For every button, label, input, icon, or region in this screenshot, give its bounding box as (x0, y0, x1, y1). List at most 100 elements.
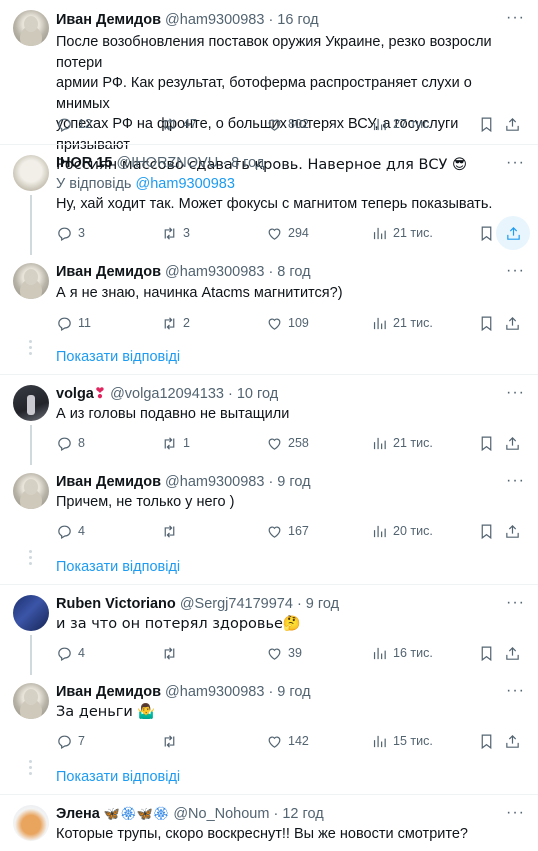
tweet[interactable]: Ruben Victoriano @Sergj74179974 · 9 год … (0, 585, 538, 675)
more-options-icon[interactable]: ··· (506, 153, 524, 173)
author-name[interactable]: volga (56, 386, 94, 402)
tweet-time[interactable]: · 9 год (268, 684, 310, 700)
avatar[interactable] (13, 385, 49, 421)
author-name[interactable]: Иван Демидов (56, 474, 161, 490)
bookmark-button[interactable] (478, 114, 495, 134)
tweet-time[interactable]: · 8 год (222, 155, 264, 171)
author-handle[interactable]: @Sergj74179974 (180, 596, 293, 612)
show-replies-link[interactable]: Показати відповіді (56, 347, 180, 367)
retweet-button[interactable]: 3 (161, 223, 190, 243)
author-handle[interactable]: @ham9300983 (165, 684, 264, 700)
author-name[interactable]: IHOR 15 (56, 155, 112, 171)
show-replies-link[interactable]: Показати відповіді (56, 557, 180, 577)
like-button[interactable]: 294 (266, 223, 309, 243)
bookmark-button[interactable] (478, 643, 495, 663)
like-button[interactable]: 109 (266, 313, 309, 333)
more-options-icon[interactable]: ··· (506, 8, 524, 28)
share-icon (506, 524, 519, 538)
reply-button[interactable]: 4 (56, 521, 85, 541)
more-options-icon[interactable]: ··· (506, 593, 524, 613)
views-button[interactable]: 21 тис. (371, 313, 433, 333)
more-options-icon[interactable]: ··· (506, 681, 524, 701)
like-button[interactable]: 802 (266, 114, 309, 134)
retweet-button[interactable] (161, 731, 178, 751)
bookmark-button[interactable] (478, 731, 495, 751)
retweet-button[interactable] (161, 521, 178, 541)
bookmark-button[interactable] (478, 433, 495, 453)
tweet-time[interactable]: · 9 год (297, 596, 339, 612)
avatar[interactable] (13, 10, 49, 46)
reply-button[interactable]: 12 (56, 114, 92, 134)
share-button[interactable] (504, 731, 521, 751)
avatar[interactable] (13, 263, 49, 299)
show-replies-link[interactable]: Показати відповіді (56, 767, 180, 787)
tweet-text-line: и за что он потерял здоровье🤔 (56, 616, 301, 632)
share-button[interactable] (504, 114, 521, 134)
avatar[interactable] (13, 595, 49, 631)
author-handle[interactable]: @No_Nohoum (173, 806, 269, 822)
like-button[interactable]: 167 (266, 521, 309, 541)
avatar[interactable] (13, 683, 49, 719)
views-button[interactable]: 15 тис. (371, 731, 433, 751)
author-handle[interactable]: @volga12094133 (110, 386, 224, 402)
bookmark-button[interactable] (478, 223, 495, 243)
tweet-time[interactable]: · 12 год (274, 806, 324, 822)
more-options-icon[interactable]: ··· (506, 383, 524, 403)
views-button[interactable]: 20 тис. (371, 521, 433, 541)
heart-icon (268, 526, 281, 538)
reply-button[interactable]: 8 (56, 433, 85, 453)
tweet[interactable]: volga❣ @volga12094133 · 10 год ··· А из … (0, 375, 538, 465)
reply-button[interactable]: 4 (56, 643, 85, 663)
thread-more-dots (29, 760, 33, 778)
views-button[interactable]: 27 тис. (371, 114, 433, 134)
mention-link[interactable]: @ham9300983 (136, 176, 235, 192)
tweet-time[interactable]: · 16 год (268, 12, 318, 28)
tweet-time[interactable]: · 9 год (268, 474, 310, 490)
views-button[interactable]: 16 тис. (371, 643, 433, 663)
tweet[interactable]: IHOR 15 @IHORZNOVU · 8 год ··· У відпові… (0, 145, 538, 255)
tweet[interactable]: Иван Демидов @ham9300983 · 9 год ··· При… (0, 463, 538, 549)
share-button[interactable] (504, 643, 521, 663)
author-name[interactable]: Элена (56, 806, 100, 822)
retweet-button[interactable] (161, 643, 178, 663)
share-button[interactable] (504, 521, 521, 541)
avatar[interactable] (13, 473, 49, 509)
tweet[interactable]: Элена 🦋🏵🦋🏵 @No_Nohoum · 12 год ··· Котор… (0, 795, 538, 851)
share-icon (506, 226, 520, 240)
views-button[interactable]: 21 тис. (371, 433, 433, 453)
more-options-icon[interactable]: ··· (506, 261, 524, 281)
tweet-time[interactable]: · 8 год (268, 264, 310, 280)
author-handle[interactable]: @IHORZNOVU (116, 155, 218, 171)
reply-button[interactable]: 11 (56, 313, 91, 333)
author-name[interactable]: Иван Демидов (56, 264, 161, 280)
retweet-button[interactable]: 47 (161, 114, 197, 134)
views-button[interactable]: 21 тис. (371, 223, 433, 243)
like-button[interactable]: 39 (266, 643, 302, 663)
share-button[interactable] (496, 216, 530, 250)
share-button[interactable] (504, 433, 521, 453)
tweet[interactable]: Иван Демидов @ham9300983 · 16 год ··· По… (0, 0, 538, 173)
tweet[interactable]: Иван Демидов @ham9300983 · 9 год ··· За … (0, 673, 538, 759)
like-button[interactable]: 142 (266, 731, 309, 751)
tweet-time[interactable]: · 10 год (228, 386, 278, 402)
avatar[interactable] (13, 155, 49, 191)
like-button[interactable]: 258 (266, 433, 309, 453)
bookmark-button[interactable] (478, 313, 495, 333)
author-handle[interactable]: @ham9300983 (165, 474, 264, 490)
reply-button[interactable]: 3 (56, 223, 85, 243)
tweet[interactable]: Иван Демидов @ham9300983 · 8 год ··· А я… (0, 253, 538, 337)
reply-count: 8 (78, 436, 85, 450)
author-name[interactable]: Иван Демидов (56, 12, 161, 28)
share-button[interactable] (504, 313, 521, 333)
avatar[interactable] (13, 805, 49, 841)
author-handle[interactable]: @ham9300983 (165, 264, 264, 280)
reply-button[interactable]: 7 (56, 731, 85, 751)
author-name[interactable]: Ruben Victoriano (56, 596, 176, 612)
retweet-button[interactable]: 1 (161, 433, 190, 453)
author-name[interactable]: Иван Демидов (56, 684, 161, 700)
more-options-icon[interactable]: ··· (506, 803, 524, 823)
retweet-button[interactable]: 2 (161, 313, 190, 333)
more-options-icon[interactable]: ··· (506, 471, 524, 491)
bookmark-button[interactable] (478, 521, 495, 541)
author-handle[interactable]: @ham9300983 (165, 12, 264, 28)
